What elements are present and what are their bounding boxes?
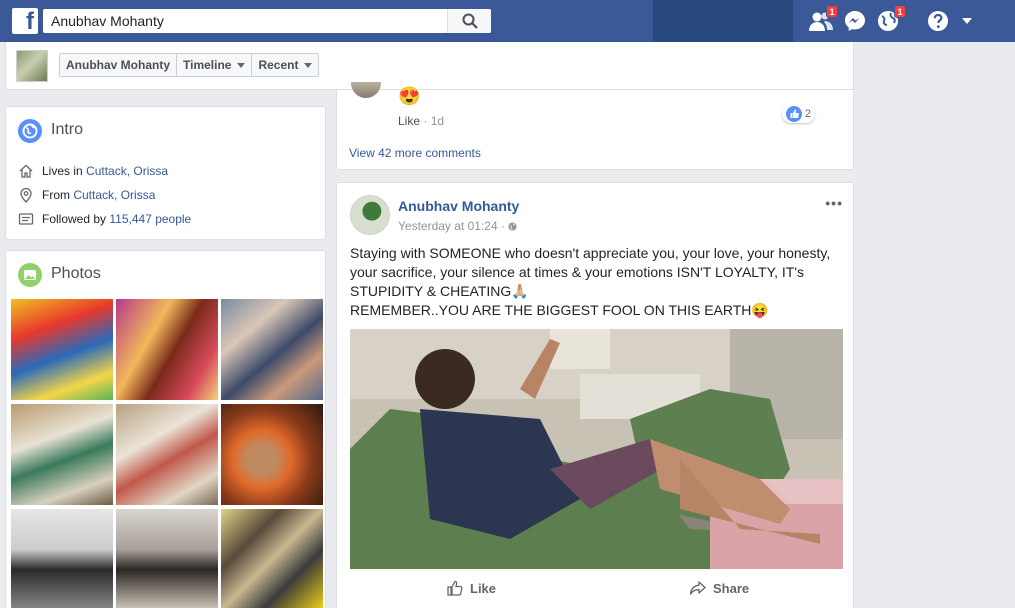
notifications-badge: 1: [894, 5, 906, 18]
post-author-name[interactable]: Anubhav Mohanty: [398, 198, 519, 214]
post-card: Anubhav Mohanty Yesterday at 01:24 · •••…: [336, 182, 854, 608]
recent-dropdown[interactable]: Recent: [252, 54, 318, 76]
intro-followers: Followed by 115,447 people: [18, 211, 191, 227]
chevron-down-icon: [237, 62, 246, 68]
profile-subheader: Anubhav Mohanty Timeline Recent: [5, 42, 854, 90]
search-box: [43, 9, 491, 33]
globe-icon: [508, 222, 517, 231]
comment-meta: Like · 1d: [398, 114, 445, 128]
comment-age: 1d: [430, 114, 445, 128]
photos-icon: [18, 263, 42, 287]
chevron-down-icon: [304, 62, 313, 68]
comment-reactions[interactable]: 2: [781, 105, 815, 123]
friend-requests-badge: 1: [826, 5, 838, 18]
lives-in-link[interactable]: Cuttack, Orissa: [86, 164, 168, 178]
photo-thumbnail[interactable]: [11, 404, 113, 505]
photo-thumbnail[interactable]: [221, 299, 323, 400]
comment-emoji: 😍: [398, 86, 421, 106]
facebook-logo[interactable]: f: [12, 8, 38, 35]
profile-nav-area: [653, 0, 793, 42]
like-reaction-icon: [785, 106, 802, 122]
post-text: Staying with SOMEONE who doesn't appreci…: [350, 245, 831, 318]
photo-thumbnail[interactable]: [11, 299, 113, 400]
intro-title: Intro: [51, 121, 84, 138]
photo-thumbnail[interactable]: [116, 299, 218, 400]
account-menu-chevron-down-icon[interactable]: [960, 15, 974, 25]
profile-thumbnail-avatar[interactable]: [16, 50, 48, 82]
help-icon[interactable]: [926, 9, 952, 33]
search-icon: [462, 13, 478, 29]
intro-card: Intro Lives in Cuttack, Orissa From Cutt…: [5, 106, 326, 240]
notifications-globe-icon[interactable]: 1: [876, 5, 906, 33]
globe-icon: [18, 119, 42, 143]
post-options-more-icon[interactable]: •••: [825, 195, 843, 211]
photo-thumbnail[interactable]: [11, 509, 113, 608]
top-navigation-bar: f 1 1: [0, 0, 1015, 42]
post-author-avatar[interactable]: [350, 195, 390, 235]
previous-post-comments: 😍 Like · 1d 2 View 42 more comments: [336, 82, 854, 170]
photos-card: Photos: [5, 250, 326, 608]
view-more-comments-link[interactable]: View 42 more comments: [349, 146, 481, 160]
photo-thumbnail[interactable]: [221, 404, 323, 505]
like-button[interactable]: Like: [446, 579, 496, 597]
post-photo[interactable]: [350, 329, 843, 569]
from-link[interactable]: Cuttack, Orissa: [73, 188, 155, 202]
friend-requests-icon[interactable]: 1: [808, 5, 838, 33]
followers-icon: [18, 213, 34, 225]
location-pin-icon: [20, 187, 32, 203]
followers-link[interactable]: 115,447 people: [109, 212, 191, 226]
search-button[interactable]: [447, 9, 491, 33]
thumbs-up-icon: [447, 580, 463, 596]
photo-thumbnail[interactable]: [116, 404, 218, 505]
post-timestamp[interactable]: Yesterday at 01:24 ·: [398, 219, 517, 233]
home-icon: [19, 164, 33, 178]
intro-from: From Cuttack, Orissa: [18, 187, 155, 203]
intro-lives-in: Lives in Cuttack, Orissa: [18, 163, 168, 179]
breadcrumb: Anubhav Mohanty Timeline Recent: [59, 53, 320, 77]
messenger-icon[interactable]: [843, 9, 869, 33]
search-input[interactable]: [43, 9, 443, 33]
photo-thumbnail[interactable]: [116, 509, 218, 608]
share-arrow-icon: [689, 581, 706, 595]
commenter-avatar[interactable]: [351, 82, 381, 98]
timeline-dropdown[interactable]: Timeline: [177, 54, 253, 76]
photo-thumbnail[interactable]: [221, 509, 323, 608]
breadcrumb-profile-name[interactable]: Anubhav Mohanty: [60, 54, 177, 76]
photos-title: Photos: [51, 265, 101, 282]
share-button[interactable]: Share: [689, 579, 749, 597]
comment-like-link[interactable]: Like: [398, 114, 420, 128]
